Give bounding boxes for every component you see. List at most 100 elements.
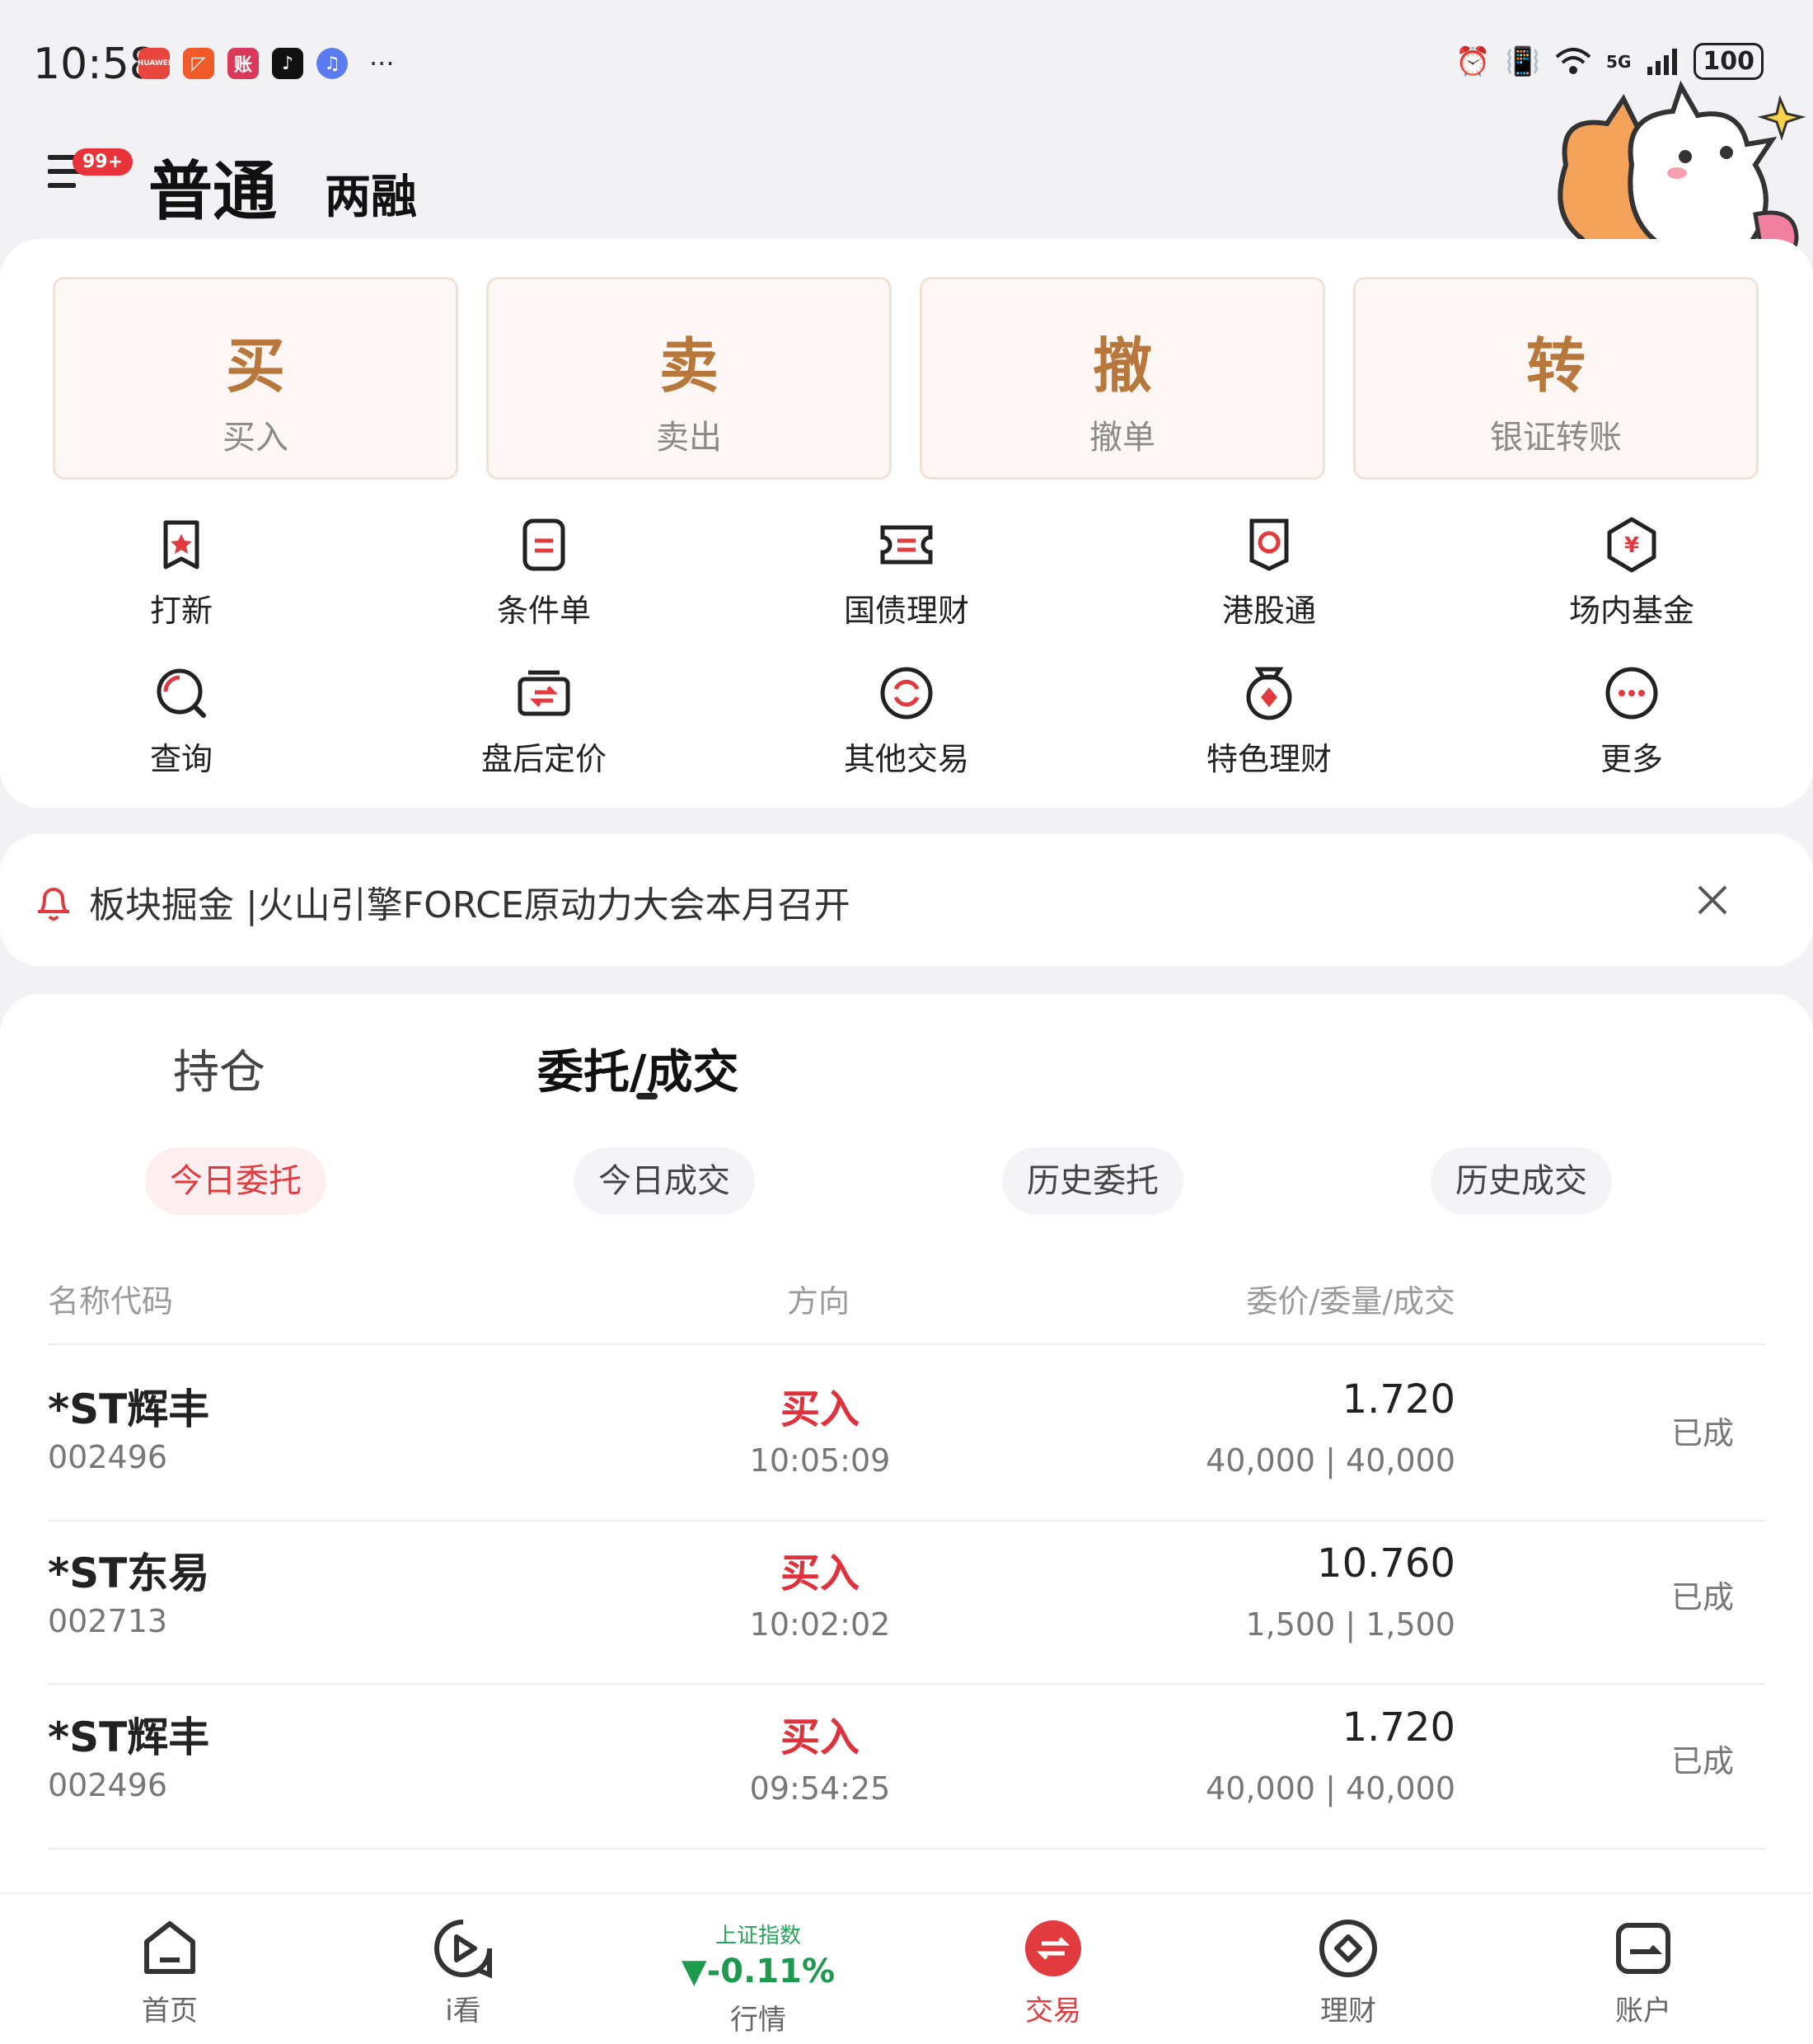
nav-trade[interactable]: 交易: [954, 1894, 1152, 2028]
grid-label: 查询: [149, 741, 213, 777]
column-header-direction: 方向: [787, 1283, 850, 1320]
grid-item-after-hours[interactable]: 盘后定价: [429, 664, 659, 779]
nav-label: 首页: [142, 1995, 198, 2028]
tab-orders-trades[interactable]: 委托/成交: [537, 1035, 738, 1102]
tab-positions[interactable]: 持仓: [173, 1035, 265, 1102]
stock-code: 002496: [48, 1439, 168, 1475]
app-notification-icon: ◸: [183, 48, 214, 79]
other-trade-icon: [880, 667, 933, 720]
table-row[interactable]: *ST东易 002713 买入 10:02:02 10.760 1,500 | …: [0, 1509, 1813, 1672]
nav-watch[interactable]: i看: [364, 1894, 562, 2028]
sell-label: 卖出: [656, 419, 722, 457]
column-header-price: 委价/委量/成交: [1246, 1283, 1455, 1320]
order-time: 09:54:25: [749, 1770, 891, 1807]
notice-bar[interactable]: 板块掘金 |火山引擎FORCE原动力大会本月召开: [0, 834, 1813, 966]
finance-icon: [1319, 1920, 1377, 1977]
cancel-label: 撤单: [1089, 419, 1155, 457]
alarm-icon: ⏰: [1455, 45, 1491, 78]
order-quantity: 1,500 | 1,500: [1245, 1606, 1455, 1643]
tab-normal[interactable]: 普通: [148, 140, 277, 232]
trade-icon: [1025, 1920, 1081, 1976]
overflow-icon: ···: [369, 48, 395, 79]
huawei-app-icon: HUAWEI: [138, 48, 171, 79]
account-app-icon: 账: [227, 48, 259, 79]
order-status: 已成: [1670, 1579, 1734, 1615]
grid-item-query[interactable]: 查询: [66, 664, 297, 779]
grid-label: 国债理财: [843, 593, 969, 629]
nav-label: i看: [445, 1995, 481, 2028]
cancel-order-button[interactable]: 撤 撤单: [920, 277, 1325, 480]
market-index-change: ▼-0.11%: [681, 1953, 836, 1990]
filter-today-orders[interactable]: 今日委托: [145, 1147, 326, 1215]
home-icon: [144, 1921, 195, 1974]
grid-item-hk-connect[interactable]: 港股通: [1154, 516, 1384, 631]
nav-label: 交易: [1025, 1995, 1081, 2028]
grid-label: 场内基金: [1568, 593, 1694, 629]
grid-item-condition-order[interactable]: 条件单: [429, 516, 659, 631]
bond-icon: [880, 525, 933, 565]
grid-item-fund[interactable]: ¥ 场内基金: [1516, 516, 1747, 631]
transfer-label: 银证转账: [1490, 419, 1622, 457]
grid-label: 特色理财: [1206, 741, 1332, 777]
notice-text[interactable]: 板块掘金 |火山引擎FORCE原动力大会本月召开: [89, 875, 850, 928]
bell-icon: [38, 888, 69, 921]
sell-button[interactable]: 卖 卖出: [486, 277, 892, 480]
nav-finance[interactable]: 理财: [1249, 1894, 1447, 2028]
account-icon: [1616, 1923, 1670, 1974]
filter-today-trades[interactable]: 今日成交: [574, 1147, 755, 1215]
filter-history-trades[interactable]: 历史成交: [1431, 1147, 1612, 1215]
stock-code: 002496: [48, 1767, 168, 1803]
hk-connect-icon: [1249, 518, 1289, 571]
grid-label: 条件单: [496, 593, 591, 629]
order-direction: 买入: [780, 1386, 860, 1432]
bottom-navigation: 首页 i看 上证指数 ▼-0.11% 行情 交易 理财 账户: [0, 1892, 1813, 2044]
trade-actions-card: 买 买入 卖 卖出 撤 撤单 转 银证转账 打新 条件单 国债理财 港股通 ¥ …: [0, 239, 1813, 808]
grid-item-more[interactable]: 更多: [1516, 664, 1747, 779]
table-row[interactable]: *ST辉丰 002496 买入 10:05:09 1.720 40,000 | …: [0, 1345, 1813, 1508]
order-direction: 买入: [780, 1550, 860, 1596]
nav-label: 行情: [730, 2004, 786, 2037]
orders-card: 持仓 委托/成交 今日委托 今日成交 历史委托 历史成交 名称代码 方向 委价/…: [0, 994, 1813, 1901]
order-quantity: 40,000 | 40,000: [1206, 1770, 1455, 1807]
order-status: 已成: [1670, 1743, 1734, 1779]
grid-item-other-trade[interactable]: 其他交易: [791, 664, 1022, 779]
nav-home[interactable]: 首页: [71, 1894, 269, 2028]
nav-label: 账户: [1615, 1995, 1671, 2028]
grid-label: 盘后定价: [480, 741, 607, 777]
order-quantity: 40,000 | 40,000: [1206, 1442, 1455, 1479]
buy-button[interactable]: 买 买入: [53, 277, 458, 480]
table-row[interactable]: *ST辉丰 002496 买入 09:54:25 1.720 40,000 | …: [0, 1673, 1813, 1836]
transfer-char: 转: [1525, 331, 1586, 401]
grid-item-featured-finance[interactable]: 特色理财: [1154, 664, 1384, 779]
header: 99+ 普通 两融: [0, 80, 1813, 289]
nav-account[interactable]: 账户: [1544, 1894, 1742, 2028]
grid-label: 其他交易: [843, 741, 969, 777]
stock-name: *ST辉丰: [48, 1385, 210, 1433]
tab-margin[interactable]: 两融: [325, 160, 417, 227]
grid-item-ipo[interactable]: 打新: [66, 516, 297, 631]
message-badge: 99+: [73, 148, 134, 176]
grid-item-bond[interactable]: 国债理财: [791, 516, 1022, 631]
order-time: 10:05:09: [749, 1442, 891, 1479]
cancel-char: 撤: [1092, 331, 1152, 401]
close-icon[interactable]: [1694, 882, 1731, 918]
bank-transfer-button[interactable]: 转 银证转账: [1353, 277, 1759, 480]
tab-underline: [636, 1093, 658, 1099]
music-icon: ♫: [316, 48, 348, 79]
stock-code: 002713: [48, 1603, 168, 1639]
svg-text:¥: ¥: [1624, 533, 1639, 558]
nav-label: 理财: [1320, 1995, 1376, 2028]
fund-icon: ¥: [1607, 517, 1656, 573]
divider: [48, 1848, 1765, 1849]
stock-name: *ST东易: [48, 1549, 210, 1597]
order-status: 已成: [1670, 1415, 1734, 1451]
nav-market[interactable]: 上证指数 ▼-0.11% 行情: [659, 1894, 857, 2037]
order-price: 10.760: [1317, 1540, 1455, 1587]
order-price: 1.720: [1342, 1704, 1455, 1751]
order-price: 1.720: [1342, 1376, 1455, 1423]
notification-icons: HUAWEI ◸ 账 ♪ ♫ ···: [138, 48, 395, 79]
sell-char: 卖: [658, 331, 719, 401]
buy-char: 买: [225, 331, 285, 401]
filter-history-orders[interactable]: 历史委托: [1002, 1147, 1183, 1215]
condition-order-icon: [522, 518, 565, 571]
